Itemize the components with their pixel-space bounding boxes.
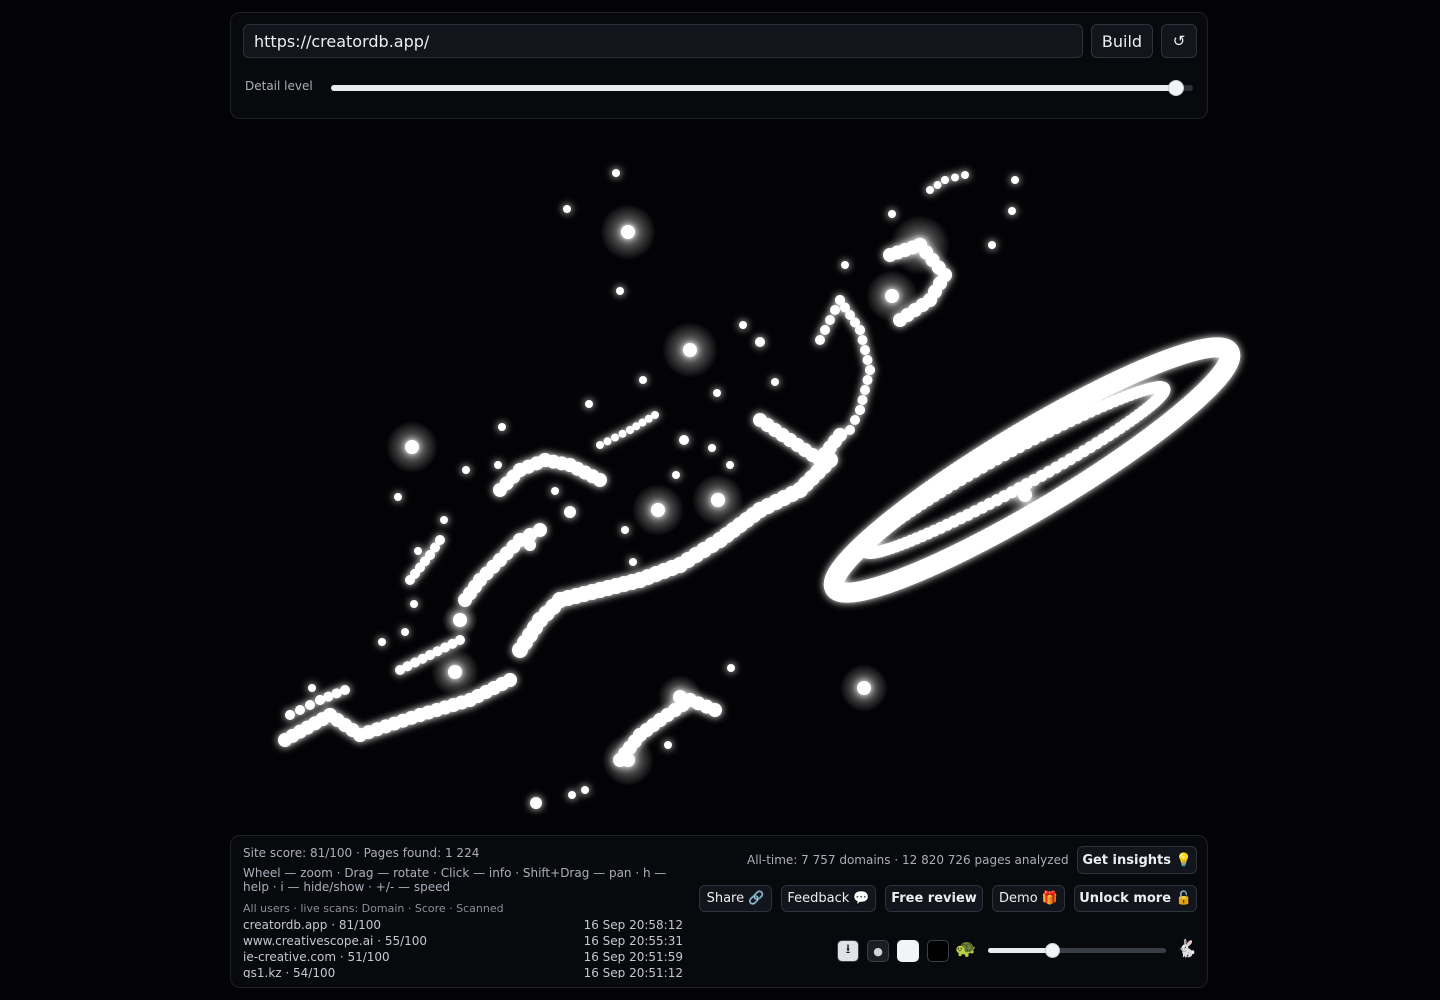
rabbit-icon: 🐇 [1176,939,1198,959]
download-icon: ⭳ [845,942,851,957]
detail-level-slider[interactable] [331,80,1193,96]
url-input[interactable] [243,24,1083,58]
feedback-button[interactable]: Feedback 💬 [781,885,876,912]
list-item[interactable]: creatordb.app · 81/100 16 Sep 20:58:12 [243,918,683,934]
build-button[interactable]: Build [1091,24,1153,58]
detail-level-thumb[interactable] [1167,80,1184,96]
white-theme-button[interactable] [897,940,919,962]
feed-time: 16 Sep 20:51:12 [583,966,683,978]
graph-canvas[interactable] [230,130,1270,830]
speed-slider[interactable] [988,943,1166,958]
live-scan-feed: creatordb.app · 81/100 16 Sep 20:58:12 w… [243,918,683,978]
black-theme-button[interactable] [927,940,949,962]
feed-header: All users · live scans: Domain · Score ·… [243,902,504,915]
dot-mode-button[interactable]: ● [867,940,889,962]
feed-time: 16 Sep 20:55:31 [583,934,683,948]
detail-level-fill [331,85,1176,91]
feed-time: 16 Sep 20:51:59 [583,950,683,964]
get-insights-button[interactable]: Get insights 💡 [1077,846,1197,874]
download-button[interactable]: ⭳ [837,940,859,962]
feed-domain: creatordb.app · 81/100 [243,918,382,932]
share-button[interactable]: Share 🔗 [699,885,772,912]
info-panel: Site score: 81/100 · Pages found: 1 224 … [230,835,1208,988]
alltime-stats: All-time: 7 757 domains · 12 820 726 pag… [747,853,1069,867]
speed-fill [988,948,1053,953]
reset-button[interactable]: ↺ [1161,24,1197,58]
reset-icon: ↺ [1172,32,1186,50]
feed-domain: www.creativescope.ai · 55/100 [243,934,428,948]
site-stats: Site score: 81/100 · Pages found: 1 224 [243,846,480,860]
list-item[interactable]: gs1.kz · 54/100 16 Sep 20:51:12 [243,966,683,978]
help-text: Wheel — zoom · Drag — rotate · Click — i… [243,866,667,894]
speed-thumb[interactable] [1045,943,1061,958]
feed-domain: ie-creative.com · 51/100 [243,950,390,964]
feed-domain: gs1.kz · 54/100 [243,966,336,978]
free-review-button[interactable]: Free review [885,885,983,912]
unlock-more-button[interactable]: Unlock more 🔓 [1074,885,1197,912]
feed-time: 16 Sep 20:58:12 [583,918,683,932]
list-item[interactable]: www.creativescope.ai · 55/100 16 Sep 20:… [243,934,683,950]
turtle-icon: 🐢 [955,939,977,959]
demo-button[interactable]: Demo 🎁 [992,885,1065,912]
list-item[interactable]: ie-creative.com · 51/100 16 Sep 20:51:59 [243,950,683,966]
detail-level-label: Detail level [245,79,313,93]
top-panel: Build ↺ Detail level [230,12,1208,119]
dot-icon: ● [873,944,883,958]
